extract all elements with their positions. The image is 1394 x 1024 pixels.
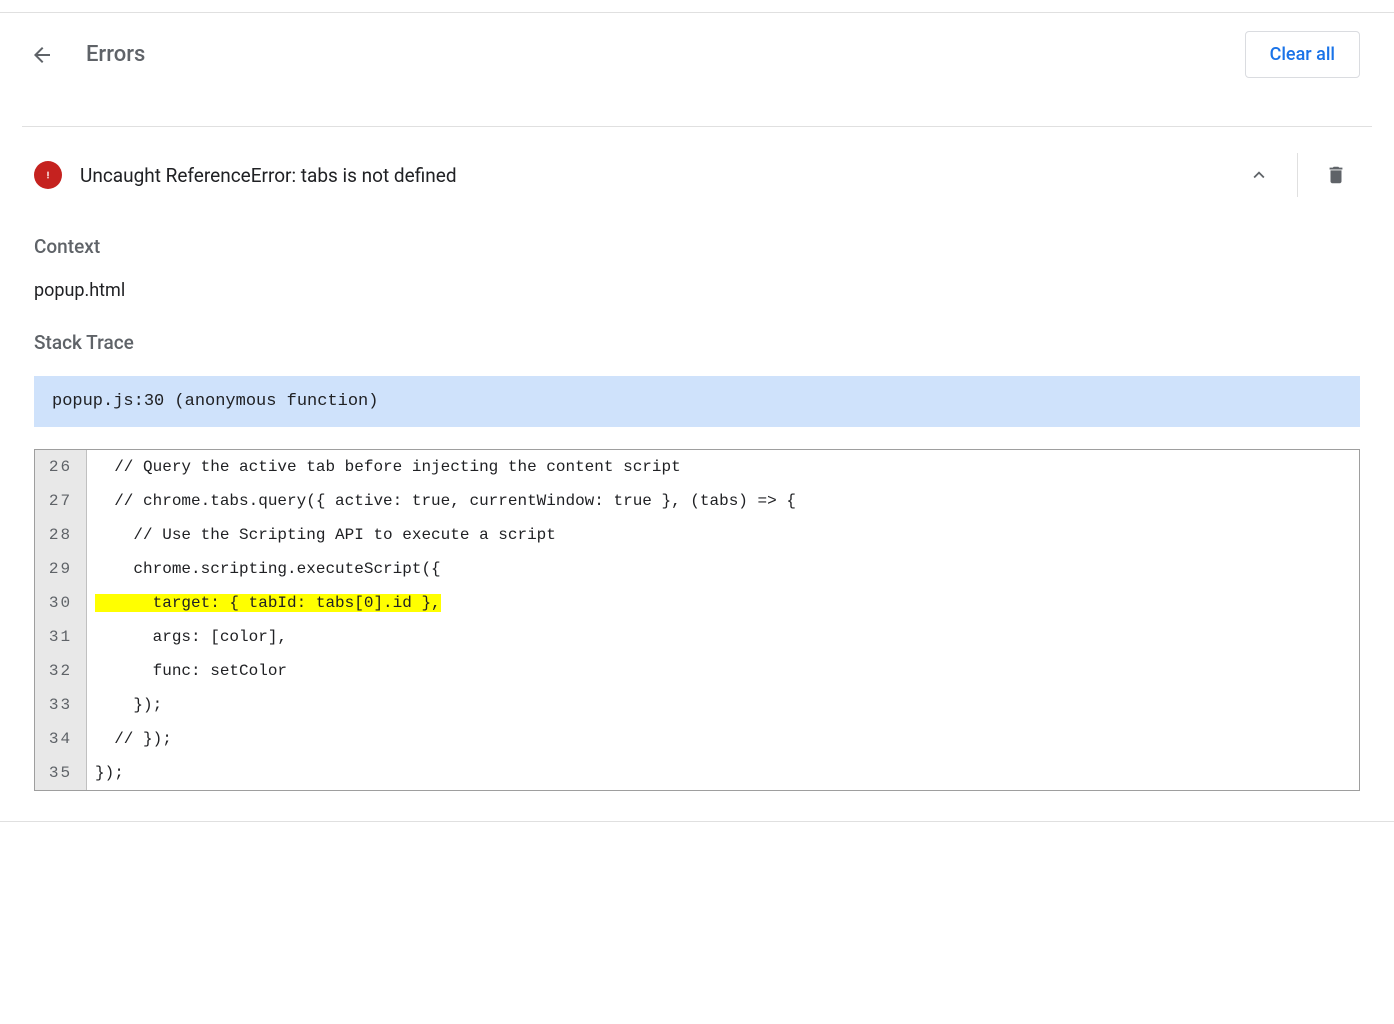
- line-content: func: setColor: [87, 654, 1359, 688]
- line-number: 33: [35, 688, 87, 722]
- line-content: target: { tabId: tabs[0].id },: [87, 586, 1359, 620]
- error-badge: [34, 161, 62, 189]
- code-line: 35});: [35, 756, 1359, 790]
- line-content: args: [color],: [87, 620, 1359, 654]
- page-title: Errors: [86, 42, 145, 67]
- line-content: // Query the active tab before injecting…: [87, 450, 1359, 484]
- line-number: 29: [35, 552, 87, 586]
- clear-all-button[interactable]: Clear all: [1245, 31, 1360, 78]
- line-number: 35: [35, 756, 87, 790]
- line-number: 32: [35, 654, 87, 688]
- line-content: // chrome.tabs.query({ active: true, cur…: [87, 484, 1359, 518]
- error-left: Uncaught ReferenceError: tabs is not def…: [34, 161, 457, 189]
- error-message: Uncaught ReferenceError: tabs is not def…: [80, 164, 457, 187]
- highlighted-line: target: { tabId: tabs[0].id },: [95, 594, 441, 612]
- error-icon: [40, 167, 56, 183]
- line-content: chrome.scripting.executeScript({: [87, 552, 1359, 586]
- code-line: 29 chrome.scripting.executeScript({: [35, 552, 1359, 586]
- line-content: // Use the Scripting API to execute a sc…: [87, 518, 1359, 552]
- line-number: 26: [35, 450, 87, 484]
- page-header: Errors Clear all: [22, 13, 1372, 96]
- context-value: popup.html: [34, 280, 1360, 301]
- code-snippet: 26 // Query the active tab before inject…: [34, 449, 1360, 791]
- code-line: 30 target: { tabId: tabs[0].id },: [35, 586, 1359, 620]
- line-content: });: [87, 688, 1359, 722]
- code-line: 27 // chrome.tabs.query({ active: true, …: [35, 484, 1359, 518]
- stack-trace-heading: Stack Trace: [34, 331, 1360, 354]
- code-line: 33 });: [35, 688, 1359, 722]
- line-number: 31: [35, 620, 87, 654]
- chevron-up-icon: [1248, 164, 1270, 186]
- context-heading: Context: [34, 235, 1360, 258]
- action-divider: [1297, 153, 1298, 197]
- code-line: 31 args: [color],: [35, 620, 1359, 654]
- line-content: });: [87, 756, 1359, 790]
- error-actions: [1235, 151, 1360, 199]
- back-button[interactable]: [22, 35, 62, 75]
- header-left: Errors: [22, 35, 145, 75]
- collapse-button[interactable]: [1235, 151, 1283, 199]
- code-line: 26 // Query the active tab before inject…: [35, 450, 1359, 484]
- delete-button[interactable]: [1312, 151, 1360, 199]
- code-line: 32 func: setColor: [35, 654, 1359, 688]
- line-number: 30: [35, 586, 87, 620]
- code-line: 34 // });: [35, 722, 1359, 756]
- code-line: 28 // Use the Scripting API to execute a…: [35, 518, 1359, 552]
- stack-frame[interactable]: popup.js:30 (anonymous function): [34, 376, 1360, 427]
- arrow-back-icon: [30, 43, 54, 67]
- error-row: Uncaught ReferenceError: tabs is not def…: [34, 127, 1360, 223]
- trash-icon: [1325, 164, 1347, 186]
- line-number: 28: [35, 518, 87, 552]
- line-number: 34: [35, 722, 87, 756]
- line-number: 27: [35, 484, 87, 518]
- line-content: // });: [87, 722, 1359, 756]
